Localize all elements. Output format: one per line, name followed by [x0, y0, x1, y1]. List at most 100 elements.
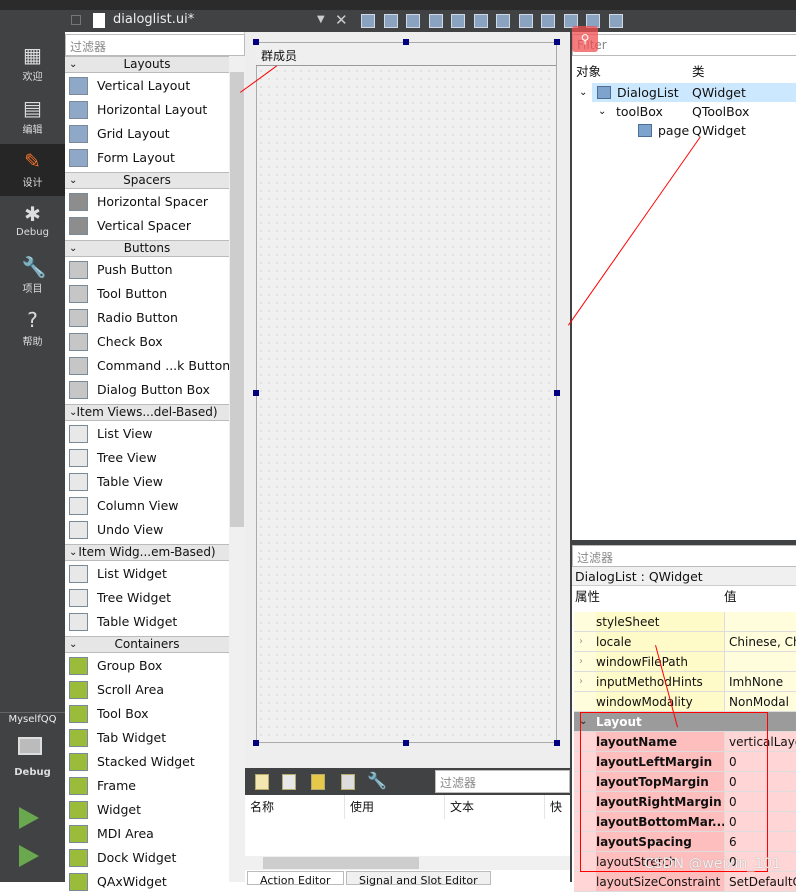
property-value[interactable]: SetDefaultConstraint [724, 872, 796, 891]
property-value[interactable]: NonModal [724, 692, 789, 711]
mode-3[interactable]: ✱ Debug [0, 197, 65, 249]
widget-item[interactable]: Scroll Area [65, 678, 229, 702]
copy-action-icon[interactable] [282, 774, 296, 790]
resize-handle[interactable] [403, 39, 409, 45]
chevron-down-icon[interactable]: ⌄ [598, 102, 606, 121]
run-icon[interactable] [19, 807, 39, 829]
column-header[interactable]: 对象 类 [572, 62, 796, 81]
resize-handle[interactable] [253, 390, 259, 396]
property-value[interactable] [724, 652, 729, 671]
paste-action-icon[interactable] [311, 774, 325, 790]
resize-handle[interactable] [554, 740, 560, 746]
widget-item[interactable]: Tree View [65, 446, 229, 470]
widget-item[interactable]: Horizontal Layout [65, 98, 229, 122]
dropdown-icon[interactable]: ▼ [317, 14, 325, 25]
new-action-icon[interactable] [255, 774, 269, 790]
object-row[interactable]: page QWidget [572, 121, 796, 140]
widget-item[interactable]: Frame [65, 774, 229, 798]
property-value[interactable]: ImhNone [724, 672, 783, 691]
category-header[interactable]: ⌄ Layouts [65, 56, 229, 73]
column-header[interactable]: 快捷 [545, 795, 571, 819]
resize-handle[interactable] [253, 39, 259, 45]
widget-item[interactable]: Group Box [65, 654, 229, 678]
column-header[interactable]: 文本 [445, 795, 545, 819]
category-header[interactable]: ⌄ Spacers [65, 172, 229, 189]
layout-vertical-icon[interactable] [473, 14, 488, 28]
mode-0[interactable]: ▦ 欢迎 [0, 38, 65, 90]
tab-signal-slot-editor[interactable]: Signal and Slot Editor [346, 871, 491, 887]
kit-project[interactable]: MyselfQQ [0, 714, 65, 725]
chevron-right-icon[interactable]: › [579, 632, 583, 651]
widget-item[interactable]: Vertical Layout [65, 74, 229, 98]
widget-item[interactable]: Grid Layout [65, 122, 229, 146]
resize-handle[interactable] [403, 740, 409, 746]
edit-widgets-icon[interactable] [361, 14, 375, 28]
toolbox-page-tab[interactable]: 群成员 [256, 44, 556, 66]
widget-item[interactable]: Column View [65, 494, 229, 518]
object-row[interactable]: ⌄ toolBox QToolBox [572, 102, 796, 121]
tab-action-editor[interactable]: Action Editor [247, 871, 344, 887]
property-value[interactable] [724, 612, 729, 631]
category-header[interactable]: ⌄ Containers [65, 636, 229, 653]
wrench-icon[interactable]: 🔧 [367, 771, 387, 790]
action-filter-input[interactable]: 过滤器 [435, 770, 570, 793]
column-header[interactable]: 使用 [345, 795, 445, 819]
chevron-right-icon[interactable]: › [579, 672, 583, 691]
widget-item[interactable]: Dock Widget [65, 846, 229, 870]
widget-item[interactable]: Tree Widget [65, 586, 229, 610]
widget-item[interactable]: Table View [65, 470, 229, 494]
monitor-icon[interactable] [18, 737, 42, 755]
chevron-down-icon[interactable]: ⌄ [579, 83, 587, 102]
file-name[interactable]: dialoglist.ui* [113, 12, 194, 27]
mode-4[interactable]: 🔧 项目 [0, 250, 65, 302]
widget-item[interactable]: List Widget [65, 562, 229, 586]
category-header[interactable]: ⌄ Item Views...del-Based) [65, 404, 229, 421]
resize-handle[interactable] [554, 390, 560, 396]
property-filter-input[interactable]: 过滤器 [572, 545, 796, 567]
widget-item[interactable]: QAxWidget [65, 870, 229, 894]
property-row[interactable]: layoutSizeConstraintSetDefaultConstraint [574, 872, 796, 892]
widget-item[interactable]: MDI Area [65, 822, 229, 846]
category-header[interactable]: ⌄ Buttons [65, 240, 229, 257]
widget-item[interactable]: Command ...k Button [65, 354, 230, 378]
mode-5[interactable]: ? 帮助 [0, 303, 65, 355]
widget-item[interactable]: Tool Button [65, 282, 229, 306]
form-dialoglist[interactable] [256, 42, 557, 743]
widget-item[interactable]: Widget [65, 798, 229, 822]
layout-v-splitter-icon[interactable] [518, 14, 533, 28]
property-row[interactable]: styleSheet [574, 612, 796, 632]
object-row[interactable]: ⌄ DialogList QWidget [572, 83, 796, 102]
widget-item[interactable]: Radio Button [65, 306, 229, 330]
layout-form-icon[interactable] [541, 14, 555, 28]
column-header[interactable]: 属性 值 [572, 587, 796, 606]
layout-h-splitter-icon[interactable] [496, 14, 510, 28]
mode-2[interactable]: ✎ 设计 [0, 144, 65, 196]
delete-action-icon[interactable] [341, 774, 355, 790]
widget-item[interactable]: Check Box [65, 330, 229, 354]
category-header[interactable]: ⌄ Item Widg...em-Based) [65, 544, 229, 561]
widget-item[interactable]: Tab Widget [65, 726, 229, 750]
widget-item[interactable]: Stacked Widget [65, 750, 229, 774]
widget-item[interactable]: List View [65, 422, 229, 446]
column-header[interactable]: 名称 [245, 795, 345, 819]
widget-item[interactable]: Table Widget [65, 610, 229, 634]
adjust-size-icon[interactable] [608, 14, 623, 28]
property-row[interactable]: › inputMethodHints ImhNone [574, 672, 796, 692]
layout-horizontal-icon[interactable] [451, 14, 465, 28]
property-value[interactable]: Chinese, China [724, 632, 796, 651]
edit-tab-order-icon[interactable] [428, 14, 443, 28]
resize-handle[interactable] [554, 39, 560, 45]
edit-buddies-icon[interactable] [406, 14, 420, 28]
widget-filter-input[interactable]: 过滤器 [65, 34, 245, 56]
resize-handle[interactable] [253, 740, 259, 746]
chevron-right-icon[interactable]: › [579, 652, 583, 671]
widget-item[interactable]: Tool Box [65, 702, 229, 726]
widget-item[interactable]: Vertical Spacer [65, 214, 229, 238]
property-row[interactable]: › windowFilePath [574, 652, 796, 672]
widget-item[interactable]: Horizontal Spacer [65, 190, 229, 214]
edit-signals-icon[interactable] [383, 14, 398, 28]
debug-run-icon[interactable] [19, 845, 39, 867]
scrollbar-thumb[interactable] [263, 857, 419, 869]
close-icon[interactable]: ✕ [335, 11, 348, 29]
widget-item[interactable]: Form Layout [65, 146, 229, 170]
